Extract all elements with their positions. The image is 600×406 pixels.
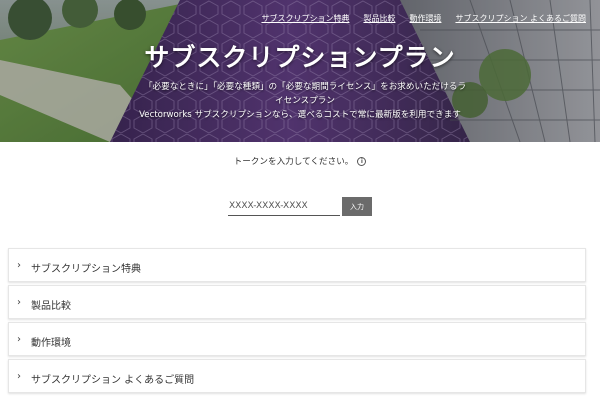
accordion-label: 製品比較 xyxy=(31,301,71,312)
accordion-label: サブスクリプション特典 xyxy=(31,264,141,275)
accordion-label: サブスクリプション よくあるご質問 xyxy=(31,375,195,386)
hero-nav: サブスクリプション特典 製品比較 動作環境 サブスクリプション よくあるご質問 xyxy=(261,13,586,24)
hero-subtitle-2: Vectorworks サブスクリプションなら、選べるコストで常に最新版を利用で… xyxy=(139,110,461,120)
hero-banner: サブスクリプション特典 製品比較 動作環境 サブスクリプション よくあるご質問 … xyxy=(0,0,600,142)
accordion-item-subscription-faq[interactable]: › サブスクリプション よくあるご質問 xyxy=(8,359,586,393)
token-input[interactable] xyxy=(228,197,340,216)
token-prompt-text: トークンを入力してください。 xyxy=(233,157,354,167)
chevron-right-icon: › xyxy=(17,334,21,345)
chevron-right-icon: › xyxy=(17,297,21,308)
token-submit-button[interactable]: 入力 xyxy=(342,197,372,216)
chevron-right-icon: › xyxy=(17,371,21,382)
accordion-item-product-comparison[interactable]: › 製品比較 xyxy=(8,285,586,319)
token-prompt: トークンを入力してください。 i xyxy=(0,155,600,167)
page-title: サブスクリプションプラン xyxy=(144,43,456,72)
accordion-item-subscription-benefits[interactable]: › サブスクリプション特典 xyxy=(8,248,586,282)
accordion-item-system-requirements[interactable]: › 動作環境 xyxy=(8,322,586,356)
accordion-label: 動作環境 xyxy=(31,338,71,349)
nav-link-product-comparison[interactable]: 製品比較 xyxy=(363,13,395,24)
chevron-right-icon: › xyxy=(17,260,21,271)
hero-subtitle-1: 「必要なときに」「必要な種類」の「必要な期間ライセンス」をお求めいただけるライセ… xyxy=(143,82,467,106)
nav-link-subscription-faq[interactable]: サブスクリプション よくあるご質問 xyxy=(455,13,586,24)
nav-link-subscription-benefits[interactable]: サブスクリプション特典 xyxy=(261,13,349,24)
info-icon[interactable]: i xyxy=(357,157,367,166)
nav-link-system-requirements[interactable]: 動作環境 xyxy=(409,13,441,24)
